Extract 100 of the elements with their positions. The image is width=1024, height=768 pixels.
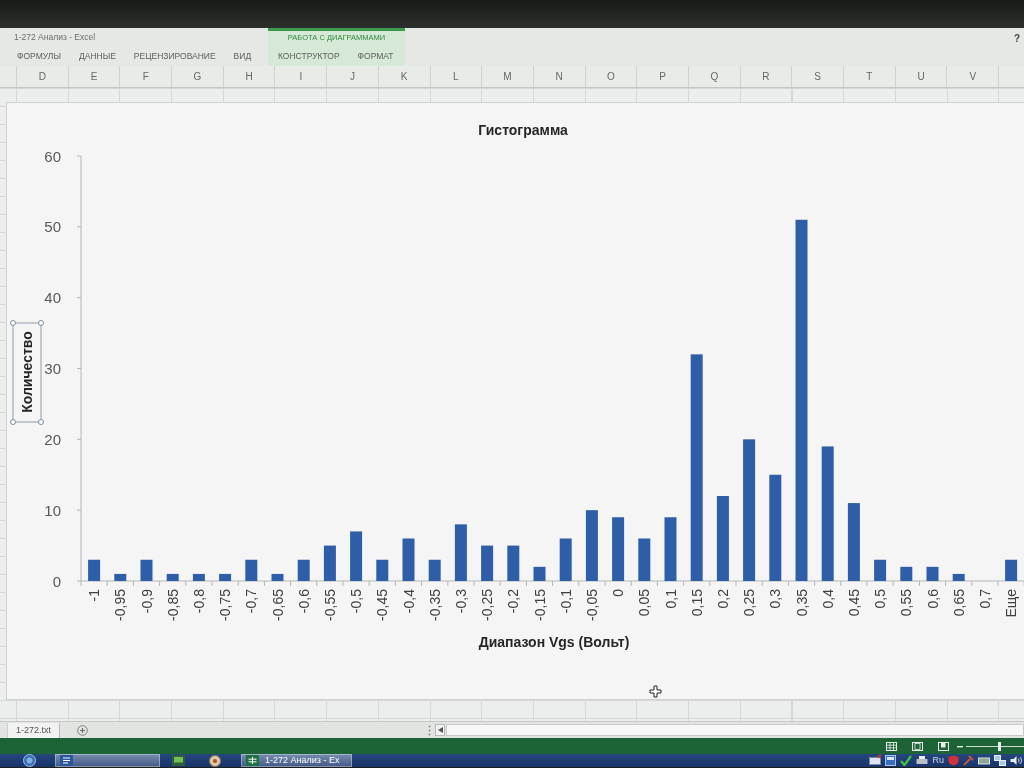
window-title: 1-272 Анализ - Excel [14, 33, 96, 43]
x-tick-label: 0 [610, 589, 627, 597]
chart-area[interactable] [6, 102, 1024, 700]
printer-icon[interactable] [916, 755, 929, 766]
selection-handle-icon[interactable] [38, 419, 44, 425]
y-axis-title[interactable]: Количество [19, 331, 35, 413]
zoom-slider-thumb[interactable] [998, 741, 1002, 751]
horizontal-scrollbar[interactable] [446, 724, 1024, 736]
spreadsheet-app-icon [246, 755, 259, 766]
histogram-bar [612, 517, 625, 581]
x-tick-label: -0,75 [217, 589, 234, 621]
taskbar-button[interactable]: 1-272 Анализ - Ex [241, 754, 352, 767]
column-header[interactable]: S [791, 66, 843, 87]
column-header[interactable]: O [584, 66, 637, 87]
histogram-bar [559, 538, 572, 581]
document-app-icon [60, 755, 73, 766]
column-header[interactable]: N [532, 66, 585, 87]
y-tick-label: 0 [52, 572, 61, 590]
start-orb-icon[interactable] [23, 754, 36, 767]
selection-handle-icon[interactable] [38, 320, 44, 326]
histogram-bar [664, 517, 677, 581]
page-layout-icon[interactable] [912, 741, 923, 751]
add-sheet-button[interactable] [76, 724, 89, 736]
screen-app-icon [172, 755, 185, 766]
column-header[interactable]: J [326, 66, 378, 87]
histogram-bar [507, 545, 520, 581]
x-tick-label: 0,65 [950, 589, 967, 617]
histogram-bar [140, 559, 153, 581]
column-header[interactable]: K [377, 66, 430, 87]
x-tick-label: -0,3 [452, 589, 469, 614]
round-app-icon [209, 754, 221, 767]
help-button[interactable]: ? [1011, 32, 1022, 46]
x-tick-label: -0,2 [505, 589, 522, 614]
column-header[interactable]: G [171, 66, 223, 87]
histogram-bar [376, 559, 389, 581]
histogram-bar [166, 573, 179, 581]
column-header[interactable]: I [274, 66, 327, 87]
network-icon[interactable] [994, 755, 1006, 766]
minus-icon[interactable] [957, 744, 963, 748]
column-header[interactable]: Q [687, 66, 740, 87]
ribbon-tab[interactable]: РЕЦЕНЗИРОВАНИЕ [124, 48, 225, 65]
x-tick-label: -0,4 [400, 589, 417, 614]
column-header[interactable]: P [636, 66, 688, 87]
screen-cross-icon[interactable] [869, 755, 882, 766]
histogram-bar [428, 559, 441, 581]
y-tick-label: 50 [44, 218, 61, 236]
column-header[interactable]: V [946, 66, 999, 87]
column-header[interactable]: F [119, 66, 172, 87]
cursor-icon [649, 685, 662, 698]
histogram-bar [454, 524, 467, 581]
plus-icon [76, 724, 88, 736]
x-tick-label: Еще [1003, 589, 1020, 618]
histogram-bar [297, 559, 310, 581]
column-header[interactable]: E [67, 66, 120, 87]
split-handle-icon[interactable] [428, 724, 431, 736]
x-tick-label: 0,5 [872, 589, 889, 609]
histogram-bar [1005, 559, 1018, 581]
y-tick-label: 40 [44, 289, 61, 307]
column-header[interactable]: D [16, 66, 68, 87]
x-tick-label: 0,15 [688, 589, 705, 617]
column-header[interactable]: R [739, 66, 792, 87]
x-tick-label: 0,55 [898, 589, 915, 617]
x-tick-label: 0,45 [845, 589, 862, 617]
column-header[interactable]: U [894, 66, 947, 87]
column-header[interactable]: H [222, 66, 275, 87]
sheet-tab[interactable]: 1-272.txt [8, 722, 60, 738]
language-indicator[interactable]: Ru [932, 756, 944, 765]
ribbon-tab[interactable]: КОНСТРУКТОР [269, 48, 349, 65]
x-tick-label: 0,25 [741, 589, 758, 617]
histogram-bar [323, 545, 336, 581]
window-icon[interactable] [885, 755, 897, 766]
hammer-icon[interactable] [963, 755, 974, 766]
histogram-bar [88, 559, 101, 581]
x-tick-label: 0,35 [793, 589, 810, 617]
x-tick-label: 0,05 [636, 589, 653, 617]
page-break-icon[interactable] [938, 741, 949, 751]
taskbar-button[interactable] [55, 754, 160, 767]
histogram-bar [900, 566, 913, 581]
speaker-icon[interactable] [1010, 755, 1022, 766]
ribbon-tab[interactable]: ВИД [224, 48, 261, 65]
check-icon[interactable] [900, 755, 913, 766]
ribbon-tab[interactable]: ФОРМУЛЫ [8, 48, 70, 65]
selection-handle-icon[interactable] [10, 320, 16, 326]
histogram-bar [638, 538, 651, 581]
ribbon-tab[interactable]: ФОРМАТ [348, 48, 403, 65]
histogram-bar [952, 573, 965, 581]
y-tick-label: 10 [44, 501, 61, 519]
left-arrow-icon [437, 727, 443, 733]
column-header[interactable]: L [429, 66, 482, 87]
x-tick-label: -0,45 [374, 589, 391, 621]
device-icon[interactable] [978, 755, 990, 766]
x-tick-label: -0,35 [426, 589, 443, 621]
scroll-left-button[interactable] [435, 724, 445, 736]
column-header[interactable]: T [843, 66, 895, 87]
y-tick-label: 20 [44, 430, 61, 448]
grid-icon[interactable] [886, 741, 897, 751]
selection-handle-icon[interactable] [10, 419, 16, 425]
column-header[interactable]: M [481, 66, 533, 87]
chart-title: Гистограмма [478, 122, 568, 138]
ribbon-tab[interactable]: ДАННЫЕ [69, 48, 125, 65]
